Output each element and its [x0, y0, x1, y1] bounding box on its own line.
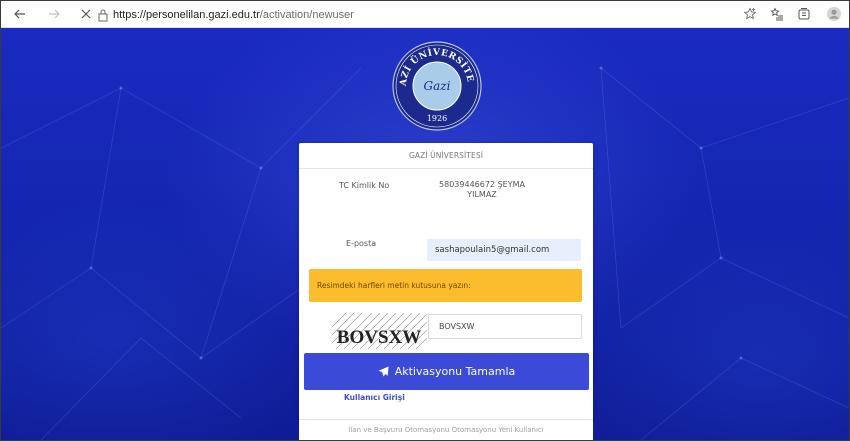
seal-script-text: Gazi — [424, 79, 451, 93]
gazi-university-seal-logo: GAZİ ÜNİVERSİTESİ Gazi 1926 — [392, 41, 482, 131]
captcha-text: BOVSXW — [337, 327, 421, 348]
activation-card: GAZİ ÜNİVERSİTESİ TC Kimlik No 580394466… — [299, 143, 593, 440]
page-background: GAZİ ÜNİVERSİTESİ Gazi 1926 GAZİ ÜNİVERS… — [1, 28, 849, 440]
browser-window: https://personelilan.gazi.edu.tr/activat… — [0, 0, 850, 441]
lock-icon[interactable] — [94, 6, 112, 24]
tc-value-line2: YILMAZ — [467, 190, 497, 199]
seal-year: 1926 — [427, 114, 447, 123]
back-arrow-icon[interactable] — [11, 5, 29, 23]
tc-label: TC Kimlik No — [339, 181, 390, 190]
browser-toolbar: https://personelilan.gazi.edu.tr/activat… — [1, 1, 849, 28]
user-login-link[interactable]: Kullanıcı Girişi — [344, 393, 405, 402]
favorites-icon[interactable] — [768, 5, 786, 23]
complete-activation-button[interactable]: Aktivasyonu Tamamla — [304, 353, 589, 390]
collections-icon[interactable] — [795, 5, 813, 23]
card-footer: İlan ve Başvuru Otomasyonu Otomasyonu Ye… — [299, 419, 593, 440]
forward-arrow-icon[interactable] — [45, 5, 63, 23]
url-path: /activation/newuser — [259, 9, 354, 21]
tc-value: 58039446672 ŞEYMA YILMAZ — [427, 180, 537, 200]
complete-activation-label: Aktivasyonu Tamamla — [394, 365, 516, 378]
card-header: GAZİ ÜNİVERSİTESİ — [299, 143, 593, 169]
email-field[interactable]: sashapoulain5@gmail.com — [427, 239, 581, 261]
url-host: https://personelilan.gazi.edu.tr — [113, 9, 260, 21]
star-icon[interactable] — [741, 5, 759, 23]
captcha-image: BOVSXW — [332, 313, 427, 349]
captcha-instruction-alert: Resimdeki harfleri metin kutusuna yazın: — [309, 269, 582, 302]
profile-icon[interactable] — [825, 5, 843, 23]
close-icon[interactable] — [77, 5, 95, 23]
email-label: E-posta — [346, 239, 377, 248]
tc-value-line1: 58039446672 ŞEYMA — [439, 180, 525, 189]
send-icon — [378, 366, 389, 377]
address-bar[interactable]: https://personelilan.gazi.edu.tr/activat… — [113, 7, 354, 23]
captcha-input[interactable]: BOVSXW — [428, 314, 582, 339]
